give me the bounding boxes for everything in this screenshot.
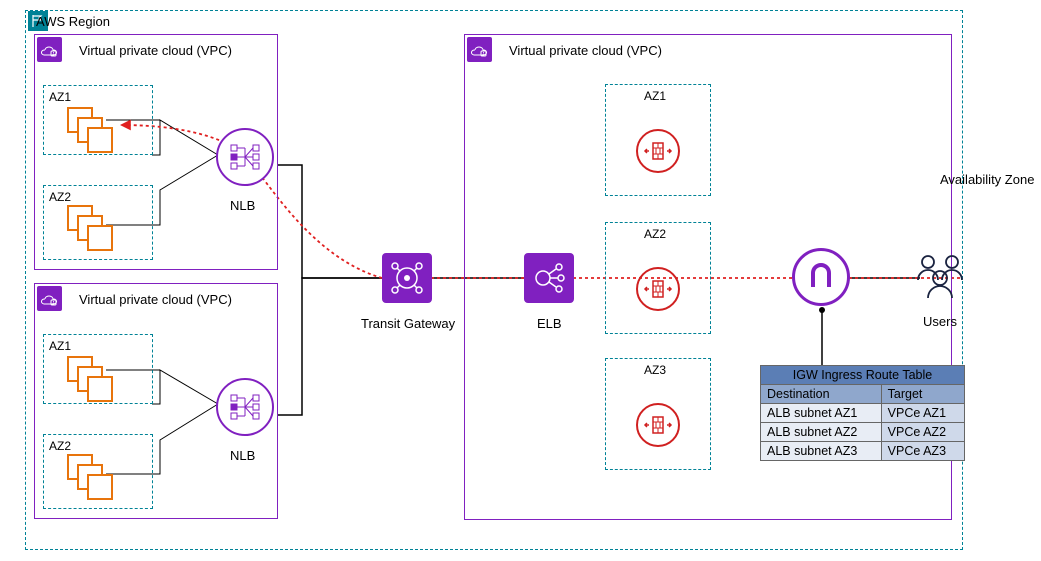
nlb-icon — [216, 378, 274, 436]
az-label: AZ1 — [49, 339, 71, 353]
table-row: ALB subnet AZ3 VPCe AZ3 — [761, 442, 965, 461]
route-table-header-destination: Destination — [761, 385, 882, 404]
vpc-icon — [37, 286, 62, 311]
firewall-az2: AZ2 — [605, 222, 711, 334]
az-label: AZ2 — [644, 227, 666, 241]
vpc-icon — [37, 37, 62, 62]
users-icon — [912, 252, 968, 300]
instances-icon — [67, 454, 117, 504]
users-label: Users — [923, 314, 957, 329]
firewall-icon — [636, 129, 680, 173]
transit-gateway-label: Transit Gateway — [361, 316, 455, 331]
firewall-icon — [636, 403, 680, 447]
az-label: AZ1 — [49, 90, 71, 104]
firewall-icon — [636, 267, 680, 311]
region-label: AWS Region — [36, 14, 110, 29]
nlb-label: NLB — [230, 448, 255, 463]
az-label: AZ3 — [644, 363, 666, 377]
instances-icon — [67, 205, 117, 255]
availability-zone-label: Availability Zone — [940, 172, 1034, 187]
igw-ingress-route-table: IGW Ingress Route Table Destination Targ… — [760, 365, 965, 461]
firewall-az3: AZ3 — [605, 358, 711, 470]
instances-icon — [67, 356, 117, 406]
instances-icon — [67, 107, 117, 157]
nlb-icon — [216, 128, 274, 186]
table-row: ALB subnet AZ2 VPCe AZ2 — [761, 423, 965, 442]
vpc-label: Virtual private cloud (VPC) — [79, 43, 232, 58]
route-table-title: IGW Ingress Route Table — [761, 366, 965, 385]
elb-icon — [524, 253, 574, 303]
vpc-label: Virtual private cloud (VPC) — [509, 43, 662, 58]
route-table-header-target: Target — [881, 385, 964, 404]
table-row: ALB subnet AZ1 VPCe AZ1 — [761, 404, 965, 423]
vpc-label: Virtual private cloud (VPC) — [79, 292, 232, 307]
internet-gateway-icon — [792, 248, 850, 306]
az-label: AZ1 — [644, 89, 666, 103]
az-label: AZ2 — [49, 439, 71, 453]
transit-gateway-icon — [382, 253, 432, 303]
nlb-label: NLB — [230, 198, 255, 213]
elb-label: ELB — [537, 316, 562, 331]
az-label: AZ2 — [49, 190, 71, 204]
firewall-az1: AZ1 — [605, 84, 711, 196]
vpc-icon — [467, 37, 492, 62]
